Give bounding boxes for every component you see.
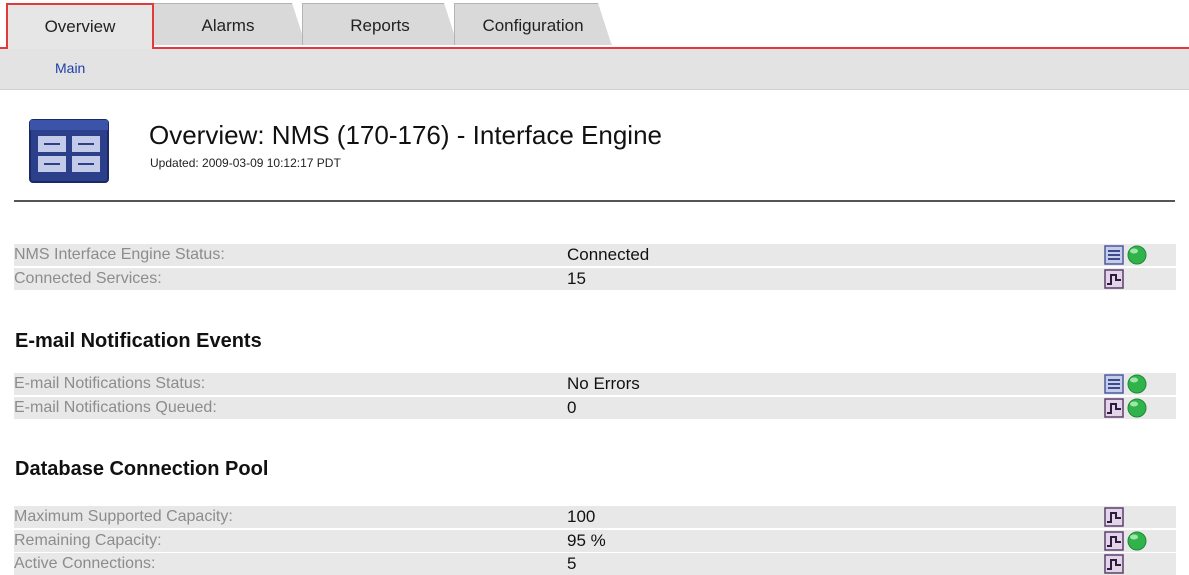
row-connected-services: Connected Services: 15 [14,268,1176,290]
chart-icon[interactable] [1104,507,1124,527]
row-value: Connected [567,245,650,264]
row-label: Remaining Capacity: [14,532,162,549]
row-maximum-supported-capacity: Maximum Supported Capacity: 100 [14,506,1176,528]
tab-overview-label: Overview [44,17,116,36]
chart-icon[interactable] [1104,531,1124,551]
tab-alarms-label: Alarms [201,16,255,35]
row-nms-interface-engine-status: NMS Interface Engine Status: Connected [14,244,1176,266]
row-label: Maximum Supported Capacity: [14,508,233,525]
row-value: 100 [567,507,596,526]
chart-icon[interactable] [1104,554,1124,574]
row-label: E-mail Notifications Status: [14,375,206,392]
chart-icon[interactable] [1104,269,1124,289]
status-ok-icon [1127,374,1147,394]
main-link[interactable]: Main [55,60,85,76]
page-title: Overview: NMS (170-176) - Interface Engi… [149,120,662,150]
row-label: E-mail Notifications Queued: [14,399,217,416]
row-label: Active Connections: [14,555,156,572]
section-title-database-connection-pool: Database Connection Pool [15,458,269,480]
row-value: 15 [567,269,586,288]
grid-panel-icon [28,118,112,184]
row-value: No Errors [567,374,640,393]
section-title-email-notification-events: E-mail Notification Events [15,330,262,352]
row-email-notifications-status: E-mail Notifications Status: No Errors [14,373,1176,395]
row-value: 95 % [567,531,606,550]
tab-alarms[interactable]: Alarms [150,3,306,46]
row-value: 5 [567,554,577,573]
status-ok-icon [1127,245,1147,265]
tab-reports[interactable]: Reports [302,3,458,46]
chart-icon[interactable] [1104,398,1124,418]
row-label: Connected Services: [14,270,162,287]
tab-bar: Overview Alarms Reports Configuration [0,0,1189,50]
row-label: NMS Interface Engine Status: [14,246,225,263]
tab-configuration[interactable]: Configuration [454,3,612,46]
row-active-connections: Active Connections: 5 [14,553,1176,575]
updated-timestamp: Updated: 2009-03-09 10:12:17 PDT [150,156,341,170]
tab-configuration-label: Configuration [482,16,584,35]
status-ok-icon [1127,398,1147,418]
sub-navigation: Main [0,49,1189,90]
header-divider [14,200,1175,202]
table-icon[interactable] [1104,245,1124,265]
tab-overview[interactable]: Overview [6,3,154,49]
table-icon[interactable] [1104,374,1124,394]
row-remaining-capacity: Remaining Capacity: 95 % [14,530,1176,552]
row-value: 0 [567,398,577,417]
row-email-notifications-queued: E-mail Notifications Queued: 0 [14,397,1176,419]
tab-reports-label: Reports [350,16,410,35]
status-ok-icon [1127,531,1147,551]
